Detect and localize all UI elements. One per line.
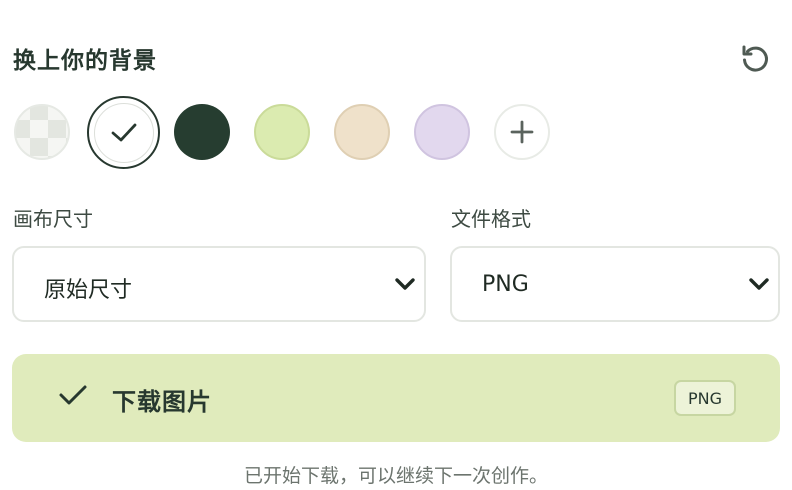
file-format-label: 文件格式 bbox=[451, 207, 531, 231]
check-icon bbox=[111, 123, 136, 141]
canvas-size-select[interactable]: 原始尺寸 bbox=[12, 246, 426, 322]
reset-button[interactable] bbox=[736, 40, 774, 78]
download-button[interactable]: 下载图片 PNG bbox=[12, 354, 780, 442]
chevron-down-icon bbox=[749, 278, 769, 290]
swatch-transparent[interactable] bbox=[14, 104, 70, 160]
file-format-select[interactable]: PNG bbox=[450, 246, 780, 322]
swatch-beige[interactable] bbox=[334, 104, 390, 160]
swatch-dark-green[interactable] bbox=[174, 104, 230, 160]
plus-icon bbox=[510, 120, 534, 144]
add-color-button[interactable] bbox=[494, 104, 550, 160]
format-badge: PNG bbox=[674, 380, 736, 416]
canvas-size-value: 原始尺寸 bbox=[44, 278, 133, 303]
chevron-down-icon bbox=[395, 278, 415, 290]
download-label: 下载图片 bbox=[112, 388, 212, 416]
reset-icon bbox=[742, 45, 768, 72]
swatch-white[interactable] bbox=[87, 96, 160, 169]
canvas-size-label: 画布尺寸 bbox=[13, 207, 93, 231]
file-format-value: PNG bbox=[482, 272, 529, 297]
swatch-lavender[interactable] bbox=[414, 104, 470, 160]
status-message: 已开始下载，可以继续下一次创作。 bbox=[243, 465, 548, 487]
swatch-white-inner bbox=[93, 102, 154, 163]
swatch-lime[interactable] bbox=[254, 104, 310, 160]
section-title: 换上你的背景 bbox=[13, 48, 157, 74]
check-icon bbox=[59, 385, 87, 405]
